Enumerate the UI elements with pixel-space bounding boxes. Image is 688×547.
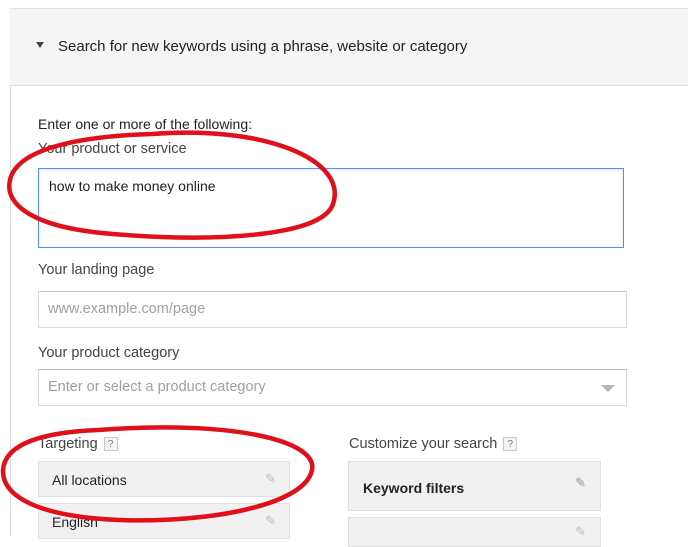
customize-help-icon[interactable]: ? <box>503 437 518 451</box>
pencil-icon[interactable]: ✎ <box>575 475 586 491</box>
top-strip <box>10 0 688 9</box>
locations-label: All locations <box>52 472 127 488</box>
product-label: Your product or service <box>38 141 187 157</box>
product-category-select[interactable]: Enter or select a product category <box>38 369 627 406</box>
targeting-language-chip[interactable]: English ✎ <box>38 503 290 539</box>
targeting-help-icon[interactable]: ? <box>103 437 118 451</box>
landing-page-label: Your landing page <box>38 262 155 278</box>
targeting-label: Targeting? <box>38 436 118 452</box>
caret-down-icon[interactable] <box>36 42 44 48</box>
pencil-icon[interactable]: ✎ <box>265 471 276 487</box>
form-intro: Enter one or more of the following: <box>38 116 253 132</box>
section-header-title: Search for new keywords using a phrase, … <box>58 38 468 55</box>
pencil-icon[interactable]: ✎ <box>265 513 276 529</box>
pencil-icon[interactable]: ✎ <box>575 524 586 540</box>
customize-option-chip[interactable]: ✎ <box>348 517 601 547</box>
language-label: English <box>52 514 98 530</box>
product-textarea[interactable]: how to make money online <box>38 168 624 248</box>
customize-label-text: Customize your search <box>349 436 498 452</box>
targeting-locations-chip[interactable]: All locations ✎ <box>38 461 290 497</box>
keyword-filters-label: Keyword filters <box>363 480 465 496</box>
customize-search-label: Customize your search? <box>349 436 518 452</box>
dropdown-arrow-icon[interactable] <box>601 385 615 392</box>
search-section-header[interactable]: Search for new keywords using a phrase, … <box>10 9 688 86</box>
targeting-label-text: Targeting <box>38 436 98 452</box>
keyword-filters-chip[interactable]: Keyword filters ✎ <box>348 461 601 511</box>
landing-page-input[interactable]: www.example.com/page <box>38 291 627 328</box>
product-category-label: Your product category <box>38 345 180 361</box>
product-category-placeholder: Enter or select a product category <box>48 379 266 395</box>
